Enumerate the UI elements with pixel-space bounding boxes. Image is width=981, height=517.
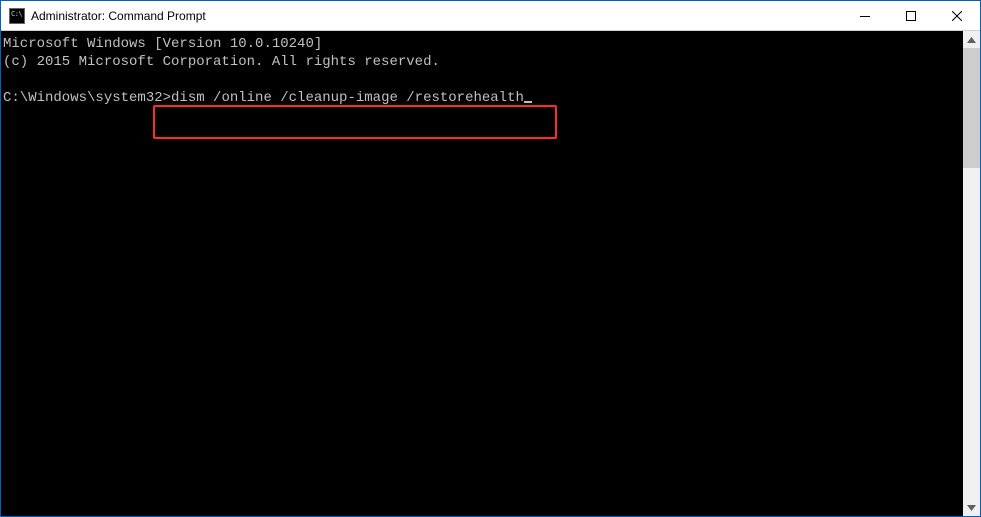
minimize-icon <box>860 11 870 21</box>
client-area: Microsoft Windows [Version 10.0.10240] (… <box>1 31 980 516</box>
annotation-highlight-box <box>153 105 557 139</box>
text-cursor <box>524 101 532 103</box>
maximize-button[interactable] <box>888 1 934 31</box>
command-text: dism /online /cleanup-image /restoreheal… <box>171 90 524 106</box>
vertical-scrollbar[interactable] <box>963 31 980 516</box>
chevron-up-icon <box>967 37 976 43</box>
command-prompt-window: Administrator: Command Prompt Microsoft … <box>0 0 981 517</box>
titlebar[interactable]: Administrator: Command Prompt <box>1 1 980 31</box>
maximize-icon <box>906 11 916 21</box>
chevron-down-icon <box>967 505 976 511</box>
scroll-down-button[interactable] <box>963 499 980 516</box>
scroll-up-button[interactable] <box>963 31 980 48</box>
scrollbar-track[interactable] <box>963 48 980 499</box>
scrollbar-thumb[interactable] <box>963 48 980 168</box>
window-controls <box>842 1 980 30</box>
console-line: (c) 2015 Microsoft Corporation. All righ… <box>3 54 440 70</box>
prompt-text: C:\Windows\system32> <box>3 90 171 106</box>
minimize-button[interactable] <box>842 1 888 31</box>
close-icon <box>952 11 962 21</box>
cmd-icon <box>9 8 25 24</box>
console-line: Microsoft Windows [Version 10.0.10240] <box>3 36 322 52</box>
console-output[interactable]: Microsoft Windows [Version 10.0.10240] (… <box>1 31 963 516</box>
window-title: Administrator: Command Prompt <box>31 9 206 23</box>
close-button[interactable] <box>934 1 980 31</box>
